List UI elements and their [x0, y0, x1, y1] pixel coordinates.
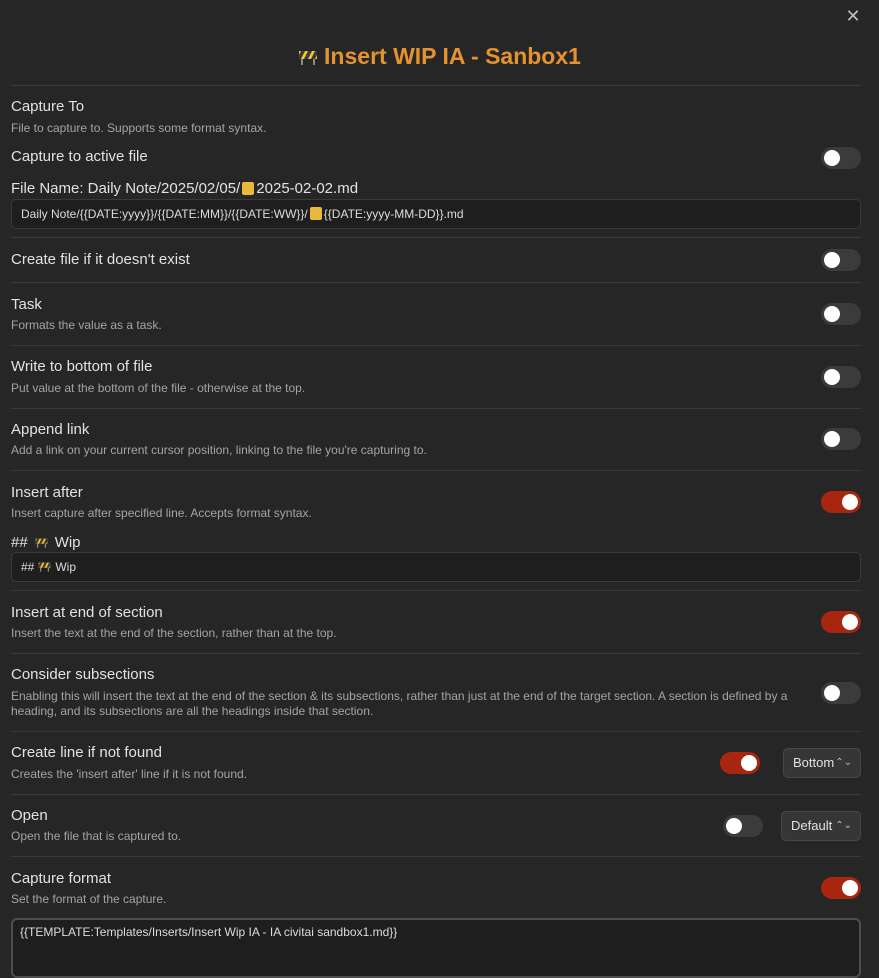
- capture-format-textarea[interactable]: {{TEMPLATE:Templates/Inserts/Insert Wip …: [11, 918, 861, 978]
- subsections-toggle[interactable]: [821, 682, 861, 704]
- file-name-input[interactable]: Daily Note/{{DATE:yyyy}}/{{DATE:MM}}/{{D…: [11, 199, 861, 229]
- capture-active-label: Capture to active file: [11, 148, 148, 165]
- heading-hash: ##: [11, 534, 28, 551]
- capture-to-label: Capture To: [11, 98, 85, 115]
- open-label: Open: [11, 807, 48, 824]
- file-name-prefix: File Name: Daily Note/2025/02/05/: [11, 180, 241, 197]
- create-line-select[interactable]: Bottom ⌃⌄: [783, 748, 861, 778]
- divider: [11, 85, 861, 86]
- notebook-icon: [309, 207, 322, 220]
- end-section-label: Insert at end of section: [11, 604, 163, 621]
- open-select-value: Default: [791, 818, 833, 833]
- create-line-label: Create line if not found: [11, 744, 162, 761]
- capture-format-toggle[interactable]: [821, 877, 861, 899]
- subsections-label: Consider subsections: [11, 666, 155, 683]
- construction-icon: [39, 562, 51, 572]
- write-bottom-toggle[interactable]: [821, 366, 861, 388]
- open-desc: Open the file that is captured to.: [11, 829, 182, 843]
- divider: [11, 282, 861, 283]
- create-line-select-value: Bottom: [793, 755, 835, 770]
- create-file-label: Create file if it doesn't exist: [11, 251, 190, 268]
- append-link-desc: Add a link on your current cursor positi…: [11, 443, 427, 457]
- create-file-toggle[interactable]: [821, 249, 861, 271]
- heading-text: Wip: [54, 534, 81, 551]
- insert-after-heading: ## Wip: [11, 534, 81, 552]
- end-section-desc: Insert the text at the end of the sectio…: [11, 626, 337, 640]
- divider: [11, 345, 861, 346]
- capture-format-desc: Set the format of the capture.: [11, 892, 167, 906]
- create-line-desc: Creates the 'insert after' line if it is…: [11, 767, 248, 781]
- close-icon[interactable]: ✕: [843, 6, 863, 26]
- divider: [11, 794, 861, 795]
- file-name-label: File Name: Daily Note/2025/02/05/2025-02…: [11, 180, 358, 198]
- construction-icon: [35, 538, 48, 548]
- file-name-input-prefix: Daily Note/{{DATE:yyyy}}/{{DATE:MM}}/{{D…: [21, 207, 308, 221]
- task-toggle[interactable]: [821, 303, 861, 325]
- capture-format-label: Capture format: [11, 870, 112, 887]
- notebook-icon: [242, 182, 255, 195]
- divider: [11, 470, 861, 471]
- divider: [11, 731, 861, 732]
- open-toggle[interactable]: [723, 815, 763, 837]
- write-bottom-desc: Put value at the bottom of the file - ot…: [11, 381, 306, 395]
- file-name-suffix: 2025-02-02.md: [256, 180, 359, 197]
- create-line-toggle[interactable]: [720, 752, 760, 774]
- subsections-desc: Enabling this will insert the text at th…: [11, 689, 788, 718]
- divider: [11, 653, 861, 654]
- modal-title: Insert WIP IA - Sanbox1: [0, 40, 879, 72]
- divider: [11, 856, 861, 857]
- divider: [11, 237, 861, 238]
- write-bottom-label: Write to bottom of file: [11, 358, 153, 375]
- divider: [11, 590, 861, 591]
- insert-after-input[interactable]: ## Wip: [11, 552, 861, 582]
- chevron-updown-icon: ⌃⌄: [835, 820, 852, 831]
- modal-title-text: Insert WIP IA - Sanbox1: [324, 43, 581, 69]
- task-label: Task: [11, 296, 42, 313]
- capture-to-desc: File to capture to. Supports some format…: [11, 121, 267, 135]
- insert-after-input-hash: ##: [21, 560, 35, 574]
- construction-icon: [299, 51, 318, 65]
- capture-active-toggle[interactable]: [821, 147, 861, 169]
- end-section-toggle[interactable]: [821, 611, 861, 633]
- append-link-label: Append link: [11, 421, 90, 438]
- insert-after-toggle[interactable]: [821, 491, 861, 513]
- divider: [11, 408, 861, 409]
- open-select[interactable]: Default ⌃⌄: [781, 811, 861, 841]
- insert-after-label: Insert after: [11, 484, 83, 501]
- insert-after-desc: Insert capture after specified line. Acc…: [11, 506, 312, 520]
- chevron-updown-icon: ⌃⌄: [835, 757, 852, 768]
- insert-after-input-text: Wip: [55, 560, 77, 574]
- file-name-input-suffix: {{DATE:yyyy-MM-DD}}.md: [323, 207, 464, 221]
- task-desc: Formats the value as a task.: [11, 318, 162, 332]
- append-link-toggle[interactable]: [821, 428, 861, 450]
